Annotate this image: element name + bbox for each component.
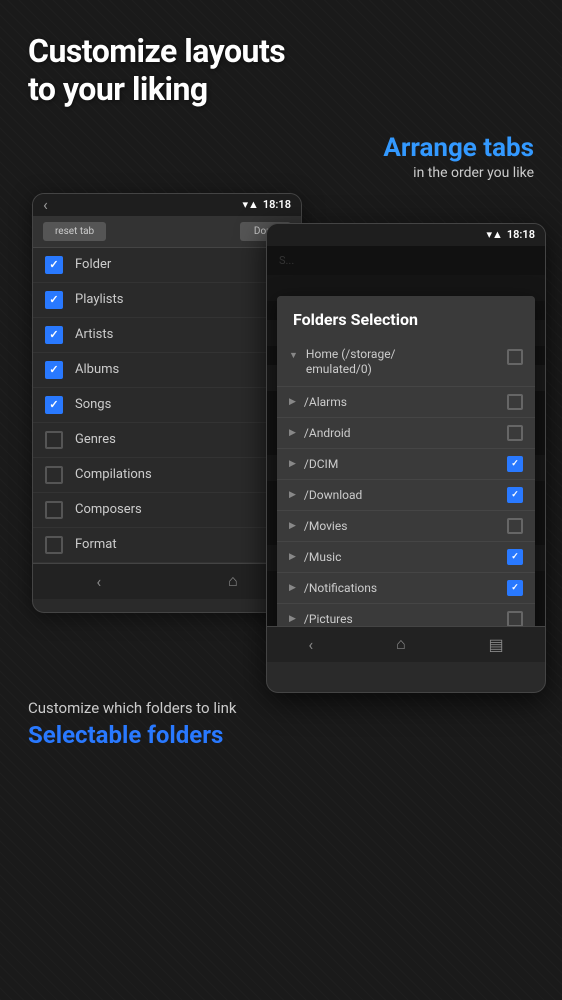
compilations-checkbox[interactable] — [45, 466, 63, 484]
back-back-icon[interactable]: ‹ — [96, 572, 101, 591]
genres-checkbox[interactable] — [45, 431, 63, 449]
folder-label: Folder — [75, 257, 111, 272]
artists-label: Artists — [75, 327, 113, 342]
format-checkbox[interactable] — [45, 536, 63, 554]
front-back-icon[interactable]: ‹ — [308, 635, 313, 654]
front-bottom-nav: ‹ ⌂ ▤ — [267, 626, 545, 662]
download-checkbox[interactable] — [507, 487, 523, 503]
front-wifi-icon: ▾▲ — [486, 228, 502, 241]
back-wifi-icon: ▾▲ — [242, 198, 258, 211]
folder-item: ▶ /Pictures — [277, 604, 535, 626]
compilations-label: Compilations — [75, 467, 152, 482]
list-item: Genres — [33, 423, 301, 458]
pictures-folder-name: /Pictures — [304, 612, 499, 626]
download-expand-arrow[interactable]: ▶ — [289, 490, 296, 500]
back-time: 18:18 — [263, 198, 291, 211]
composers-checkbox[interactable] — [45, 501, 63, 519]
arrange-subtitle: in the order you like — [28, 165, 534, 181]
home-folder-checkbox[interactable] — [507, 349, 523, 365]
albums-checkbox[interactable] — [45, 361, 63, 379]
folder-item: ▶ /Download — [277, 480, 535, 511]
list-item: Compilations — [33, 458, 301, 493]
folder-item: ▶ /DCIM — [277, 449, 535, 480]
list-item: Format — [33, 528, 301, 563]
back-nav-icon[interactable]: ‹ — [43, 195, 48, 214]
folder-checkbox[interactable] — [45, 256, 63, 274]
list-item: Songs — [33, 388, 301, 423]
arrange-section: Arrange tabs in the order you like — [0, 125, 562, 193]
notifications-checkbox[interactable] — [507, 580, 523, 596]
playlists-checkbox[interactable] — [45, 291, 63, 309]
dcim-folder-name: /DCIM — [304, 457, 499, 471]
bottom-caption-text: Customize which folders to link — [28, 699, 534, 717]
back-home-icon[interactable]: ⌂ — [228, 571, 238, 591]
albums-label: Albums — [75, 362, 119, 377]
music-expand-arrow[interactable]: ▶ — [289, 552, 296, 562]
format-label: Format — [75, 537, 117, 552]
list-item: Playlists — [33, 283, 301, 318]
home-folder-name: Home (/storage/ emulated/0) — [306, 347, 499, 378]
hero-title: Customize layouts to your liking — [28, 32, 534, 109]
home-folder-item: ▼ Home (/storage/ emulated/0) — [277, 339, 535, 387]
android-checkbox[interactable] — [507, 425, 523, 441]
front-phone-status-bar: ▾▲ 18:18 — [267, 224, 545, 246]
genres-label: Genres — [75, 432, 116, 447]
playlists-label: Playlists — [75, 292, 123, 307]
back-phone-toolbar: reset tab Done — [33, 216, 301, 248]
pictures-checkbox[interactable] — [507, 611, 523, 626]
alarms-folder-name: /Alarms — [304, 395, 499, 409]
folders-selection-dialog: Folders Selection ▼ Home (/storage/ emul… — [277, 296, 535, 626]
notifications-expand-arrow[interactable]: ▶ — [289, 583, 296, 593]
folder-item: ▶ /Alarms — [277, 387, 535, 418]
back-bottom-nav: ‹ ⌂ — [33, 563, 301, 599]
list-item: Composers — [33, 493, 301, 528]
composers-label: Composers — [75, 502, 142, 517]
phone-back: ‹ ▾▲ 18:18 reset tab Done Folder Playlis… — [32, 193, 302, 613]
songs-label: Songs — [75, 397, 111, 412]
back-status-icons: ▾▲ 18:18 — [242, 198, 291, 211]
folder-item: ▶ /Movies — [277, 511, 535, 542]
pictures-expand-arrow[interactable]: ▶ — [289, 614, 296, 624]
front-home-icon[interactable]: ⌂ — [396, 634, 406, 654]
artists-checkbox[interactable] — [45, 326, 63, 344]
home-expand-arrow[interactable]: ▼ — [289, 350, 298, 361]
alarms-checkbox[interactable] — [507, 394, 523, 410]
movies-folder-name: /Movies — [304, 519, 499, 533]
front-time: 18:18 — [507, 228, 535, 241]
folder-item: ▶ /Android — [277, 418, 535, 449]
notifications-folder-name: /Notifications — [304, 581, 499, 595]
front-status-icons: ▾▲ 18:18 — [486, 228, 535, 241]
phones-container: ‹ ▾▲ 18:18 reset tab Done Folder Playlis… — [16, 193, 546, 683]
movies-checkbox[interactable] — [507, 518, 523, 534]
folder-list: ▼ Home (/storage/ emulated/0) ▶ /Alarms … — [277, 339, 535, 626]
reset-tab-button[interactable]: reset tab — [43, 222, 106, 241]
movies-expand-arrow[interactable]: ▶ — [289, 521, 296, 531]
phone-front: ▾▲ 18:18 S... H... A... M... S... P... C… — [266, 223, 546, 693]
music-folder-name: /Music — [304, 550, 499, 564]
back-phone-status-bar: ‹ ▾▲ 18:18 — [33, 194, 301, 216]
folder-item: ▶ /Music — [277, 542, 535, 573]
dcim-expand-arrow[interactable]: ▶ — [289, 459, 296, 469]
bottom-caption: Customize which folders to link Selectab… — [0, 683, 562, 757]
front-recents-icon[interactable]: ▤ — [488, 635, 503, 654]
bottom-caption-blue: Selectable folders — [28, 721, 534, 749]
music-checkbox[interactable] — [507, 549, 523, 565]
android-folder-name: /Android — [304, 426, 499, 440]
list-item: Folder — [33, 248, 301, 283]
back-phone-content: Folder Playlists Artists Albums Songs Ge… — [33, 248, 301, 563]
list-item: Albums — [33, 353, 301, 388]
folder-item: ▶ /Notifications — [277, 573, 535, 604]
dialog-title: Folders Selection — [277, 296, 535, 339]
alarms-expand-arrow[interactable]: ▶ — [289, 397, 296, 407]
hero-section: Customize layouts to your liking — [0, 0, 562, 125]
arrange-title: Arrange tabs — [28, 133, 534, 163]
list-item: Artists — [33, 318, 301, 353]
dcim-checkbox[interactable] — [507, 456, 523, 472]
download-folder-name: /Download — [304, 488, 499, 502]
songs-checkbox[interactable] — [45, 396, 63, 414]
android-expand-arrow[interactable]: ▶ — [289, 428, 296, 438]
